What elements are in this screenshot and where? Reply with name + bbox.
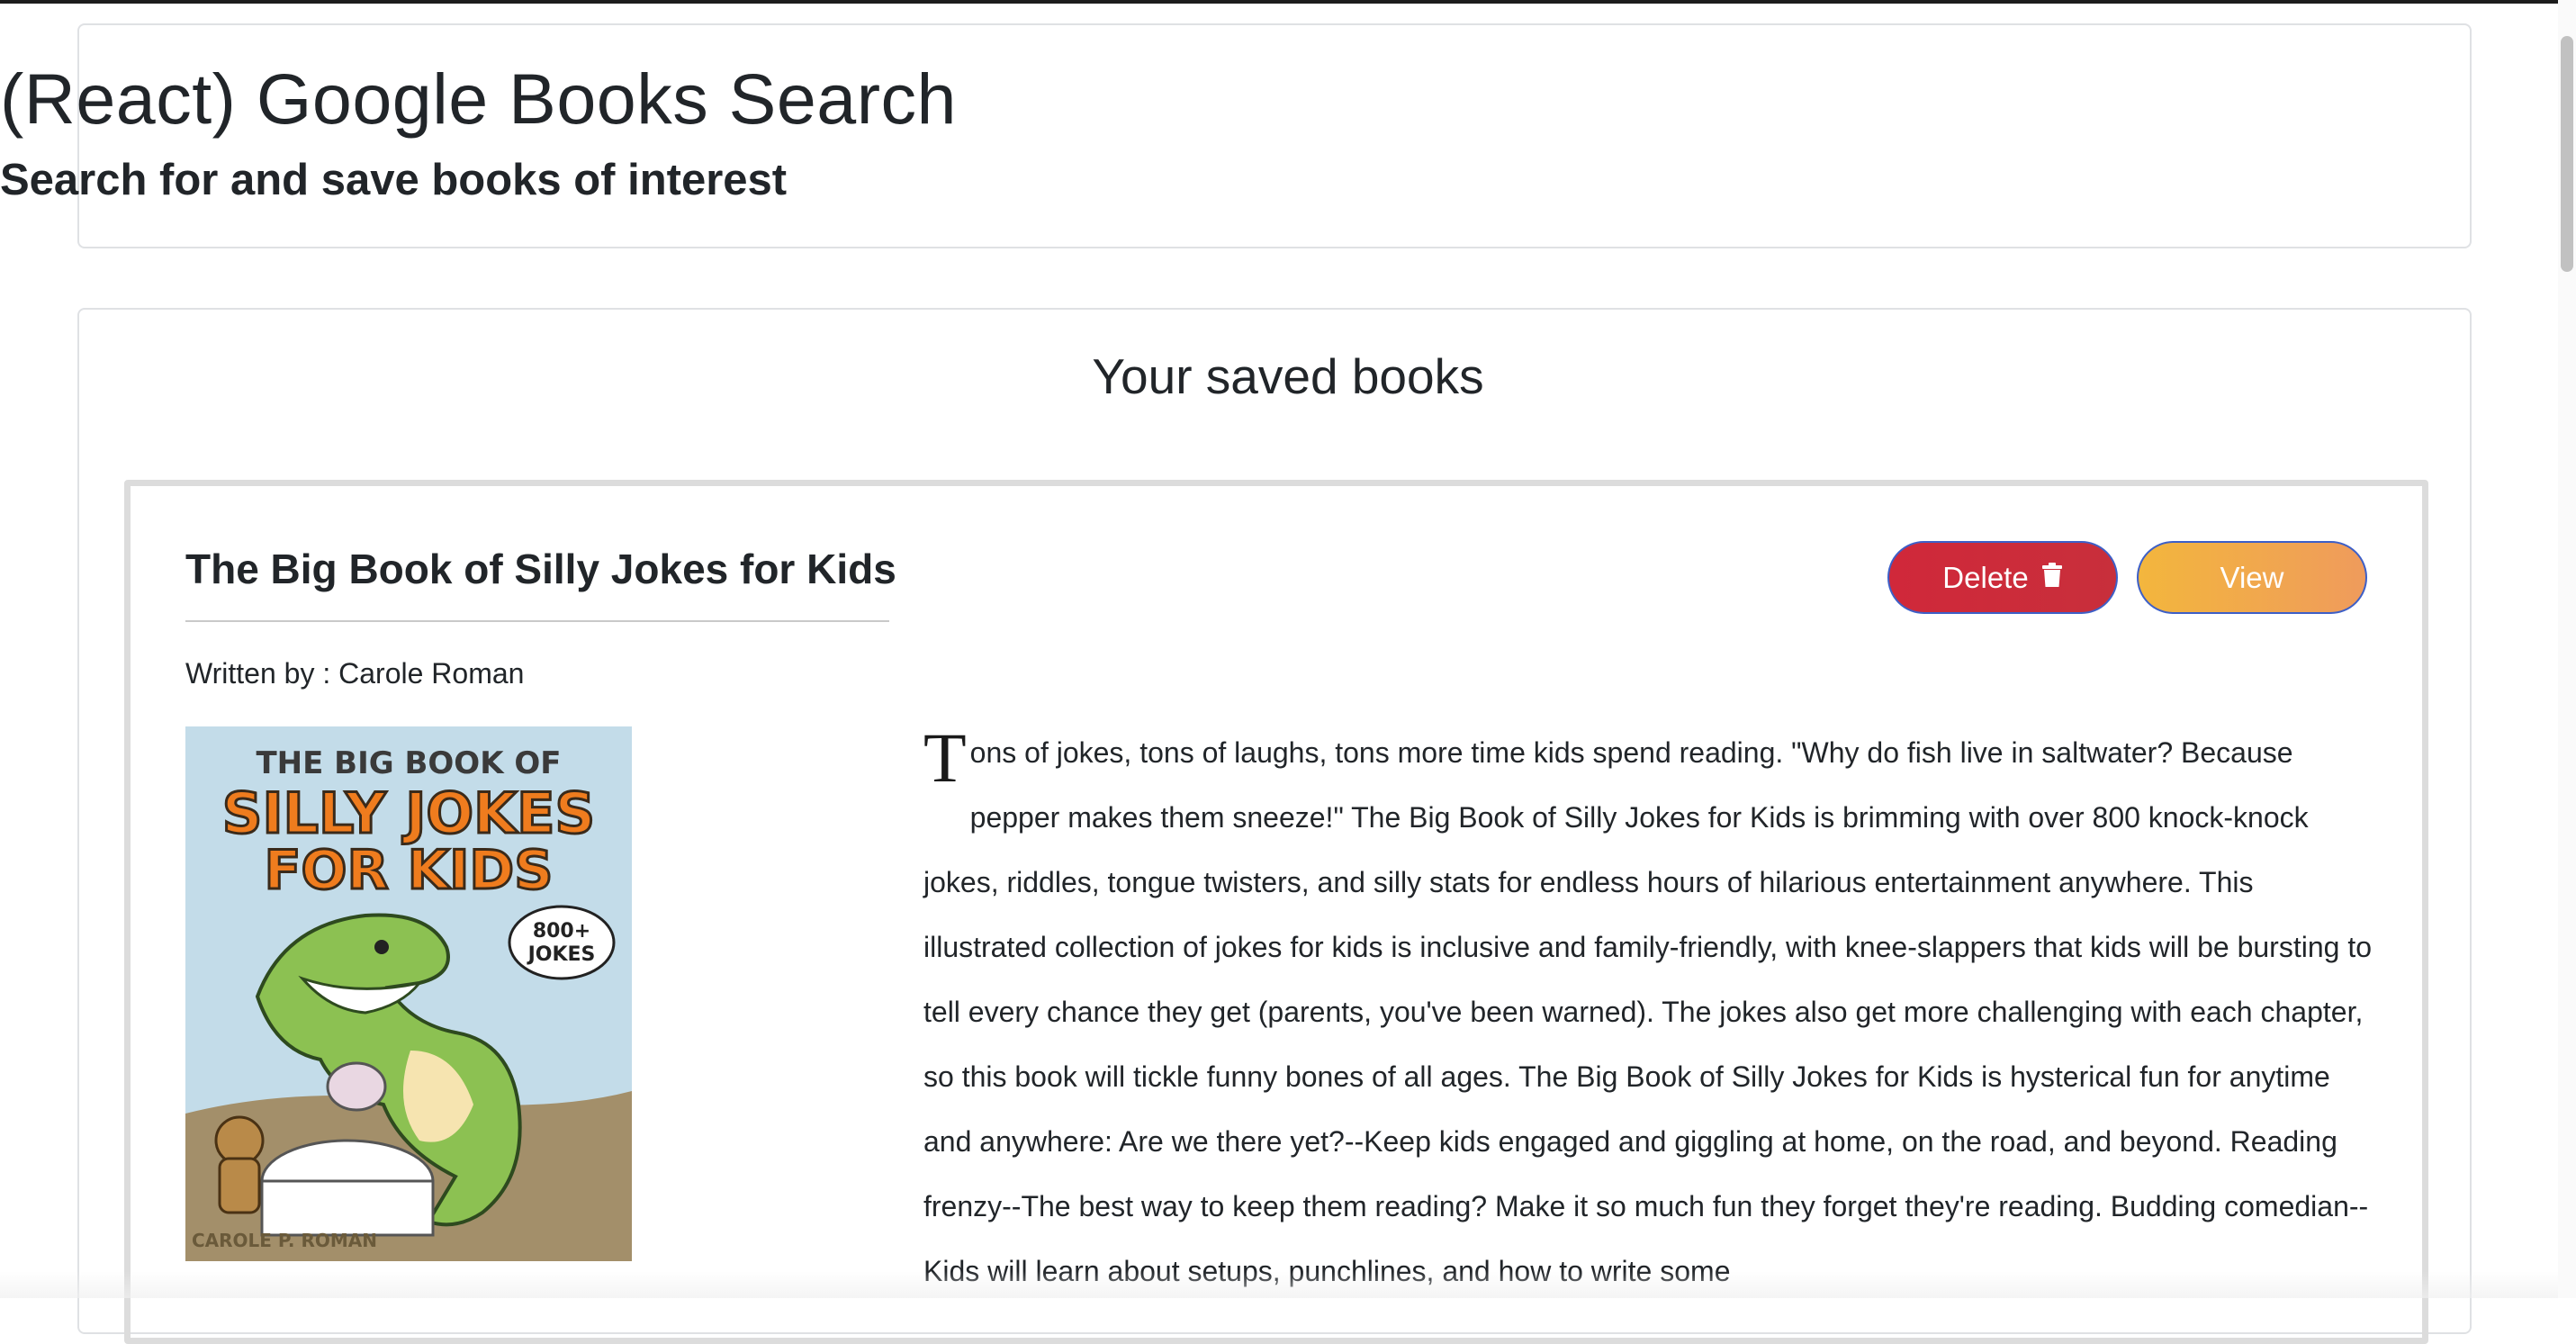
cover-line-3: FOR KIDS	[265, 839, 554, 902]
trash-icon	[2041, 561, 2063, 595]
cover-badge-line-2: JOKES	[527, 943, 596, 966]
saved-books-heading: Your saved books	[1092, 348, 1484, 404]
delete-button-label: Delete	[1942, 560, 2029, 594]
book-cover-image: THE BIG BOOK OF SILLY JOKES FOR KIDS 800…	[185, 726, 632, 1261]
cover-badge-line-1: 800+	[533, 920, 590, 943]
cover-line-1: THE BIG BOOK OF	[256, 745, 561, 781]
book-title: The Big Book of Silly Jokes for Kids	[185, 546, 896, 592]
view-button[interactable]: View	[2137, 541, 2367, 614]
cover-line-2: SILLY JOKES	[222, 780, 595, 846]
delete-button[interactable]: Delete	[1887, 541, 2118, 614]
view-button-label: View	[2220, 560, 2284, 594]
top-border	[0, 0, 2576, 4]
site-subtitle: Search for and save books of interest	[0, 156, 788, 204]
description-drop-cap: T	[923, 718, 967, 797]
title-divider	[185, 620, 889, 622]
book-author: Written by : Carole Roman	[185, 657, 525, 690]
book-description: Tons of jokes, tons of laughs, tons more…	[923, 720, 2382, 1303]
cover-author: CAROLE P. ROMAN	[192, 1230, 377, 1251]
description-text: ons of jokes, tons of laughs, tons more …	[923, 736, 2372, 1287]
scrollbar-thumb[interactable]	[2561, 36, 2573, 272]
site-title: (React) Google Books Search	[0, 59, 957, 139]
